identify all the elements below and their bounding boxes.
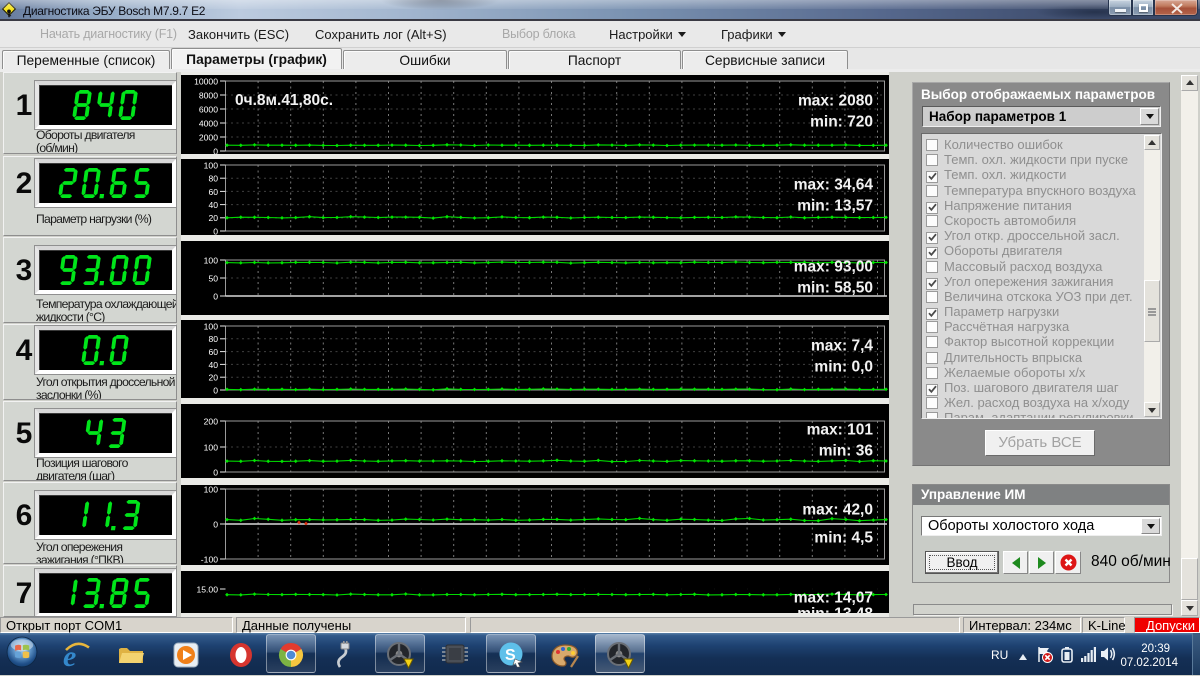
svg-text:max: 34,64: max: 34,64	[794, 177, 874, 194]
svg-text:0: 0	[213, 519, 218, 529]
svg-text:20: 20	[208, 373, 218, 383]
svg-text:max: 42,0: max: 42,0	[802, 502, 873, 519]
svg-text:min: 13,48: min: 13,48	[797, 606, 873, 614]
svg-text:15.00: 15.00	[196, 584, 218, 594]
svg-text:min: 0,0: min: 0,0	[814, 359, 873, 376]
svg-text:0: 0	[213, 385, 218, 395]
svg-text:100: 100	[204, 160, 219, 170]
svg-text:80: 80	[208, 334, 218, 344]
svg-text:max: 93,00: max: 93,00	[794, 259, 873, 276]
svg-text:min: 36: min: 36	[819, 443, 874, 460]
svg-text:max: 14,07: max: 14,07	[794, 590, 873, 607]
svg-text:min: 13,57: min: 13,57	[797, 198, 873, 215]
svg-text:10000: 10000	[194, 76, 218, 86]
svg-text:min: 720: min: 720	[810, 114, 873, 131]
svg-text:6000: 6000	[199, 104, 218, 114]
svg-text:40: 40	[208, 360, 218, 370]
svg-text:0: 0	[213, 226, 218, 235]
svg-text:200: 200	[204, 416, 219, 426]
svg-text:100: 100	[204, 321, 219, 331]
svg-text:0: 0	[213, 146, 218, 154]
svg-text:100: 100	[204, 255, 219, 265]
svg-text:0: 0	[213, 467, 218, 477]
svg-text:100: 100	[204, 485, 219, 494]
svg-text:50: 50	[208, 273, 218, 283]
svg-text:max: 101: max: 101	[807, 422, 874, 439]
svg-text:min: 4,5: min: 4,5	[814, 530, 873, 547]
svg-text:min: 58,50: min: 58,50	[797, 280, 873, 297]
svg-text:0ч.8м.41,80с.: 0ч.8м.41,80с.	[235, 92, 333, 109]
svg-text:60: 60	[208, 347, 218, 357]
svg-text:max: 7,4: max: 7,4	[811, 338, 873, 355]
svg-text:20: 20	[208, 213, 218, 223]
svg-text:2000: 2000	[199, 132, 218, 142]
svg-text:0: 0	[213, 291, 218, 301]
svg-text:60: 60	[208, 187, 218, 197]
svg-text:4000: 4000	[199, 118, 218, 128]
svg-text:80: 80	[208, 174, 218, 184]
svg-text:-100: -100	[201, 554, 218, 564]
svg-text:max: 2080: max: 2080	[798, 93, 873, 110]
svg-text:100: 100	[204, 442, 219, 452]
svg-text:40: 40	[208, 200, 218, 210]
svg-text:8000: 8000	[199, 90, 218, 100]
